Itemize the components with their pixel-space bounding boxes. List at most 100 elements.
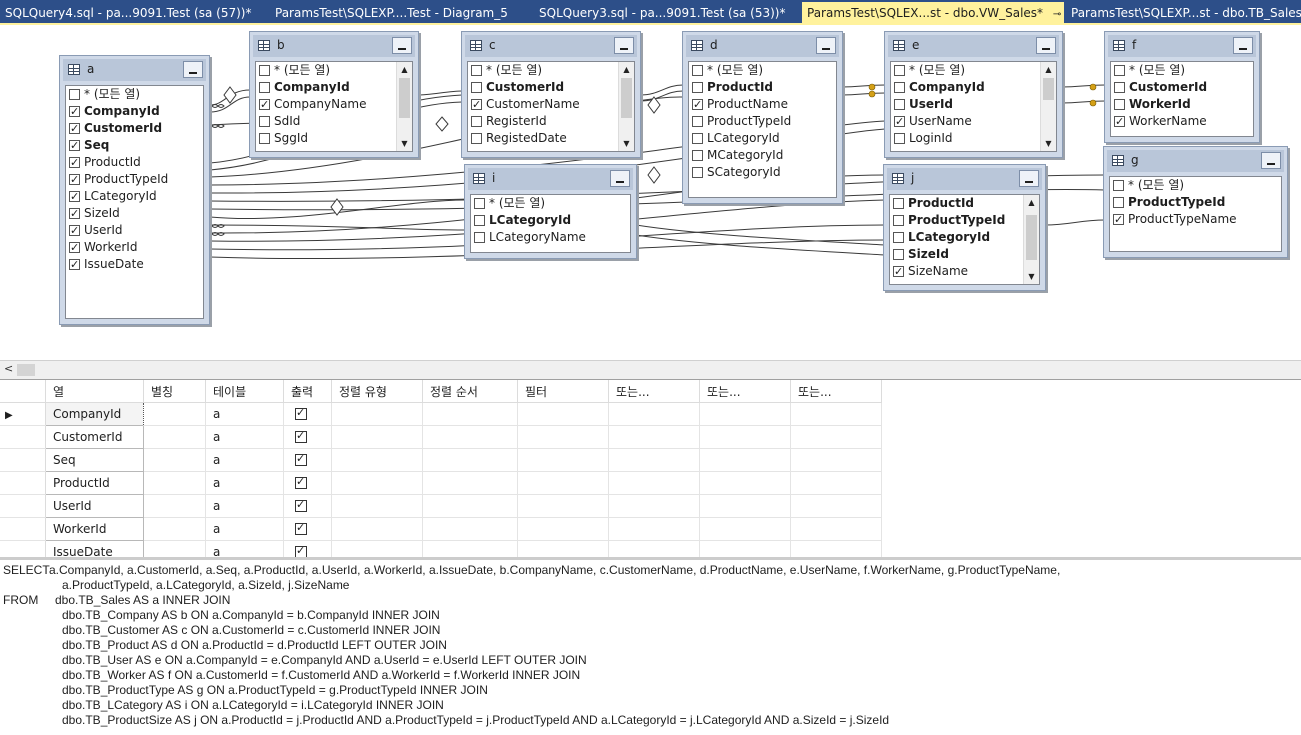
column-list[interactable]: * (모든 열) LCategoryId LCategoryName	[470, 194, 631, 253]
scroll-up-icon[interactable]: ▲	[1041, 62, 1056, 77]
column-row[interactable]: ProductTypeId	[689, 113, 836, 130]
alias-cell[interactable]	[143, 517, 206, 541]
or-cell[interactable]	[699, 448, 791, 472]
column-row[interactable]: CompanyId	[66, 103, 203, 120]
scroll-down-icon[interactable]: ▼	[397, 136, 412, 151]
column-checkbox[interactable]	[474, 232, 485, 243]
grid-row[interactable]: UserId a	[0, 494, 882, 518]
vertical-scrollbar[interactable]: ▲ ▼	[618, 62, 634, 151]
column-checkbox[interactable]	[69, 120, 80, 137]
column-checkbox[interactable]	[1113, 197, 1124, 208]
tab-tb-sales[interactable]: ParamsTest\SQLEXP...st - dbo.TB_Sales	[1066, 3, 1301, 23]
column-row[interactable]: ProductTypeName	[1110, 211, 1281, 228]
table-cell[interactable]: a	[205, 471, 284, 495]
column-header[interactable]: 테이블	[205, 380, 284, 403]
output-cell[interactable]	[283, 540, 332, 558]
column-checkbox[interactable]	[692, 82, 703, 93]
column-row[interactable]: * (모든 열)	[1110, 177, 1281, 194]
column-checkbox[interactable]	[1114, 82, 1125, 93]
sql-line[interactable]: a.CompanyId, a.CustomerId, a.Seq, a.Prod…	[49, 563, 1060, 578]
column-header[interactable]: 또는...	[608, 380, 700, 403]
output-cell[interactable]	[283, 517, 332, 541]
sql-line[interactable]: dbo.TB_Sales AS a INNER JOIN	[55, 593, 230, 608]
column-checkbox[interactable]	[69, 154, 80, 171]
row-selector[interactable]	[0, 471, 46, 495]
table-cell[interactable]: a	[205, 448, 284, 472]
column-checkbox[interactable]	[1114, 65, 1125, 76]
grid-row[interactable]: ▶ CompanyId a	[0, 402, 882, 426]
column-row[interactable]: ProductTypeId	[890, 212, 1039, 229]
sql-line[interactable]: dbo.TB_Customer AS c ON a.CustomerId = c…	[62, 623, 440, 638]
column-checkbox[interactable]	[69, 205, 80, 222]
column-row[interactable]: ProductId	[689, 79, 836, 96]
column-row[interactable]: UserId	[891, 96, 1056, 113]
column-header[interactable]: 열	[45, 380, 144, 403]
grid-row[interactable]: ProductId a	[0, 471, 882, 495]
column-row[interactable]: LCategoryId	[689, 130, 836, 147]
grid-row[interactable]: CustomerId a	[0, 425, 882, 449]
sort-type-cell[interactable]	[331, 448, 423, 472]
column-row[interactable]: CustomerId	[1111, 79, 1253, 96]
column-row[interactable]: * (모든 열)	[468, 62, 634, 79]
tab-vw-sales[interactable]: ParamsTest\SQLEX...st - dbo.VW_Sales* ⊸ …	[802, 2, 1064, 24]
scroll-left-icon[interactable]: <	[4, 362, 13, 375]
column-row[interactable]: * (모든 열)	[66, 86, 203, 103]
column-header[interactable]: 정렬 유형	[331, 380, 423, 403]
or-cell[interactable]	[790, 517, 882, 541]
column-row[interactable]: RegistedDate	[468, 130, 634, 147]
diagram-pane[interactable]: a * (모든 열) CompanyId CustomerId Seq Prod…	[0, 25, 1301, 360]
sort-order-cell[interactable]	[422, 494, 518, 518]
table-j[interactable]: j ProductId ProductTypeId LCategoryId Si…	[883, 164, 1046, 291]
column-cell[interactable]: CustomerId	[45, 425, 144, 449]
column-row[interactable]: WorkerId	[1111, 96, 1253, 113]
table-cell[interactable]: a	[205, 517, 284, 541]
or-cell[interactable]	[790, 540, 882, 558]
column-row[interactable]: MCategoryId	[689, 147, 836, 164]
diagram-horizontal-scrollbar[interactable]: <	[0, 360, 1301, 379]
sql-line[interactable]: dbo.TB_Worker AS f ON a.CustomerId = f.C…	[62, 668, 580, 683]
scroll-thumb[interactable]	[621, 78, 632, 118]
column-checkbox[interactable]	[474, 198, 485, 209]
criteria-pane[interactable]: 열 별칭 테이블 출력 정렬 유형 정렬 순서 필터 또는... 또는... 또…	[0, 379, 1301, 558]
column-checkbox[interactable]	[893, 215, 904, 226]
column-row[interactable]: IssueDate	[66, 256, 203, 273]
column-checkbox[interactable]	[692, 167, 703, 178]
column-checkbox[interactable]	[471, 65, 482, 76]
column-row[interactable]: WorkerName	[1111, 113, 1253, 130]
column-row[interactable]: CustomerName	[468, 96, 634, 113]
column-checkbox[interactable]	[69, 239, 80, 256]
alias-cell[interactable]	[143, 494, 206, 518]
filter-cell[interactable]	[517, 494, 609, 518]
column-checkbox[interactable]	[893, 249, 904, 260]
column-checkbox[interactable]	[1113, 211, 1124, 228]
sql-line[interactable]: dbo.TB_User AS e ON a.CompanyId = e.Comp…	[62, 653, 587, 668]
column-checkbox[interactable]	[471, 116, 482, 127]
column-header[interactable]: 정렬 순서	[422, 380, 518, 403]
or-cell[interactable]	[699, 494, 791, 518]
column-row[interactable]: SggId	[256, 130, 412, 147]
minimize-icon[interactable]	[1233, 37, 1253, 54]
row-selector[interactable]: ▶	[0, 402, 46, 426]
sql-line[interactable]: dbo.TB_Company AS b ON a.CompanyId = b.C…	[62, 608, 440, 623]
row-selector[interactable]	[0, 494, 46, 518]
or-cell[interactable]	[699, 402, 791, 426]
alias-cell[interactable]	[143, 425, 206, 449]
minimize-icon[interactable]	[610, 170, 630, 187]
table-a[interactable]: a * (모든 열) CompanyId CustomerId Seq Prod…	[59, 55, 210, 325]
column-row[interactable]: * (모든 열)	[471, 195, 630, 212]
column-row[interactable]: LCategoryId	[890, 229, 1039, 246]
table-header[interactable]: e	[888, 35, 1059, 57]
column-row[interactable]: ProductTypeId	[1110, 194, 1281, 211]
column-header[interactable]: 별칭	[143, 380, 206, 403]
or-cell[interactable]	[790, 402, 882, 426]
sql-line[interactable]: dbo.TB_ProductType AS g ON a.ProductType…	[62, 683, 488, 698]
column-header[interactable]: 또는...	[699, 380, 791, 403]
scroll-thumb[interactable]	[399, 78, 410, 118]
or-cell[interactable]	[608, 402, 700, 426]
column-row[interactable]: * (모든 열)	[891, 62, 1056, 79]
column-checkbox[interactable]	[894, 65, 905, 76]
sql-line[interactable]: dbo.TB_ProductSize AS j ON a.ProductId =…	[62, 713, 889, 728]
output-checkbox[interactable]	[295, 521, 307, 535]
table-cell[interactable]: a	[205, 402, 284, 426]
row-selector[interactable]	[0, 448, 46, 472]
